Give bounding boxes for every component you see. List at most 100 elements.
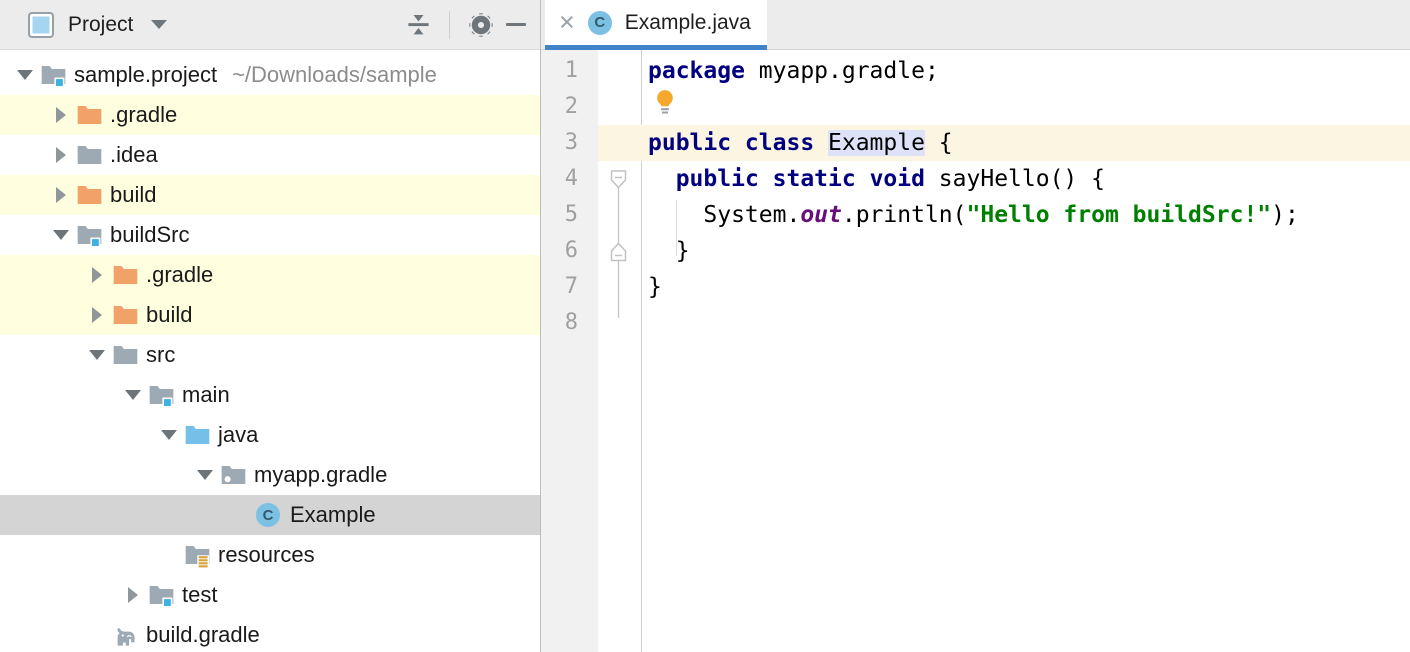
code-line-5[interactable]: 5 System.out.println("Hello from buildSr… [541,197,1410,233]
code-text [641,89,1410,125]
tree-row-sample-project[interactable]: sample.project ~/Downloads/sample [0,55,540,95]
tree-row--gradle[interactable]: .gradle [0,95,540,135]
tree-item-label: build.gradle [146,622,260,648]
package-icon [220,463,250,488]
code-line-3[interactable]: 3 public class Example { [541,125,1410,161]
tree-row--idea[interactable]: .idea [0,135,540,175]
tree-row-java[interactable]: java [0,415,540,455]
class-icon: C [588,11,612,35]
tab-example-java[interactable]: × C Example.java [545,0,767,50]
folder-resources-icon [184,543,214,568]
code-text: public static void sayHello() { [641,161,1410,197]
tab-title: Example.java [625,11,751,35]
module-folder-icon [40,63,70,88]
folder-excluded-icon [112,303,142,328]
folder-icon [112,343,142,368]
toolbar-separator [449,11,450,39]
tree-item-label: resources [218,542,315,568]
hide-panel-button[interactable] [496,10,526,40]
fold-start-icon [612,171,626,188]
folder-excluded-icon [76,103,106,128]
tree-item-label: .idea [110,142,158,168]
tree-item-label: .gradle [110,102,177,128]
settings-gear-icon [467,11,495,39]
project-path: ~/Downloads/sample [232,62,437,88]
collapse-all-icon [405,11,432,38]
line-number: 3 [541,125,598,161]
tree-item-label: myapp.gradle [254,462,387,488]
folder-excluded-icon [112,263,142,288]
tree-item-label: buildSrc [110,222,189,248]
chevron-down-icon[interactable] [151,20,167,29]
module-folder-icon [148,583,178,608]
tree-item-label: .gradle [146,262,213,288]
expand-arrow-expanded[interactable] [154,430,184,440]
expand-arrow-collapsed[interactable] [46,107,76,123]
expand-arrow-expanded[interactable] [190,470,220,480]
expand-arrow-collapsed[interactable] [118,587,148,603]
class-icon: C [256,503,286,527]
project-view-icon [28,12,54,38]
project-view-selector[interactable]: Project [68,13,133,37]
line-number: 4 [541,161,598,197]
close-tab-icon[interactable]: × [559,9,575,36]
settings-gear-button[interactable] [466,10,496,40]
collapse-all-button[interactable] [403,10,433,40]
tree-item-label: java [218,422,258,448]
expand-arrow-expanded[interactable] [82,350,112,360]
editor-area: × C Example.java 1package myapp.gradle;2… [541,0,1410,652]
code-line-1[interactable]: 1package myapp.gradle; [541,53,1410,89]
tree-row-buildsrc[interactable]: buildSrc [0,215,540,255]
expand-arrow-collapsed[interactable] [82,307,112,323]
fold-region-markers[interactable] [610,168,627,318]
project-tree[interactable]: sample.project ~/Downloads/sample .gradle.… [0,50,540,652]
fold-end-icon [612,244,626,261]
code-line-8[interactable]: 8 [541,305,1410,341]
tree-row-test[interactable]: test [0,575,540,615]
tree-item-label: Example [290,502,376,528]
line-number: 8 [541,305,598,341]
code-line-7[interactable]: 7} [541,269,1410,305]
tree-row-myapp-gradle[interactable]: myapp.gradle [0,455,540,495]
tree-item-label: main [182,382,230,408]
tree-row-example[interactable]: CExample [0,495,540,535]
gradle-icon [112,623,142,648]
expand-arrow-expanded[interactable] [46,230,76,240]
expand-arrow-collapsed[interactable] [46,147,76,163]
tree-item-label: test [182,582,217,608]
code-editor[interactable]: 1package myapp.gradle;23 public class Exa… [541,50,1410,652]
project-toolbar: Project [0,0,540,50]
ide-window: Project [0,0,1410,652]
expand-arrow-expanded[interactable] [118,390,148,400]
code-text: } [641,233,1410,269]
tree-row--gradle[interactable]: .gradle [0,255,540,295]
module-folder-icon [76,223,106,248]
intention-bulb-icon[interactable] [654,89,676,128]
code-text: package myapp.gradle; [641,53,1410,89]
hide-panel-icon [506,23,526,26]
project-tool-window: Project [0,0,541,652]
expand-arrow-expanded[interactable] [10,70,40,80]
code-line-2[interactable]: 2 [541,89,1410,125]
tree-row-main[interactable]: main [0,375,540,415]
tree-row-src[interactable]: src [0,335,540,375]
expand-arrow-collapsed[interactable] [46,187,76,203]
tree-row-build-gradle[interactable]: build.gradle [0,615,540,652]
tree-row-build[interactable]: build [0,295,540,335]
tree-row-resources[interactable]: resources [0,535,540,575]
tree-item-label: sample.project [74,62,217,88]
tree-item-label: build [146,302,192,328]
tree-row-build[interactable]: build [0,175,540,215]
expand-arrow-collapsed[interactable] [82,267,112,283]
code-text [641,305,1410,341]
code-text: public class Example { [641,125,1410,161]
line-number: 7 [541,269,598,305]
line-number: 6 [541,233,598,269]
code-line-6[interactable]: 6 } [541,233,1410,269]
tree-item-label: build [110,182,156,208]
code-text: System.out.println("Hello from buildSrc!… [641,197,1410,233]
line-number: 5 [541,197,598,233]
code-line-4[interactable]: 4 public static void sayHello() { [541,161,1410,197]
module-folder-icon [148,383,178,408]
line-number: 2 [541,89,598,125]
